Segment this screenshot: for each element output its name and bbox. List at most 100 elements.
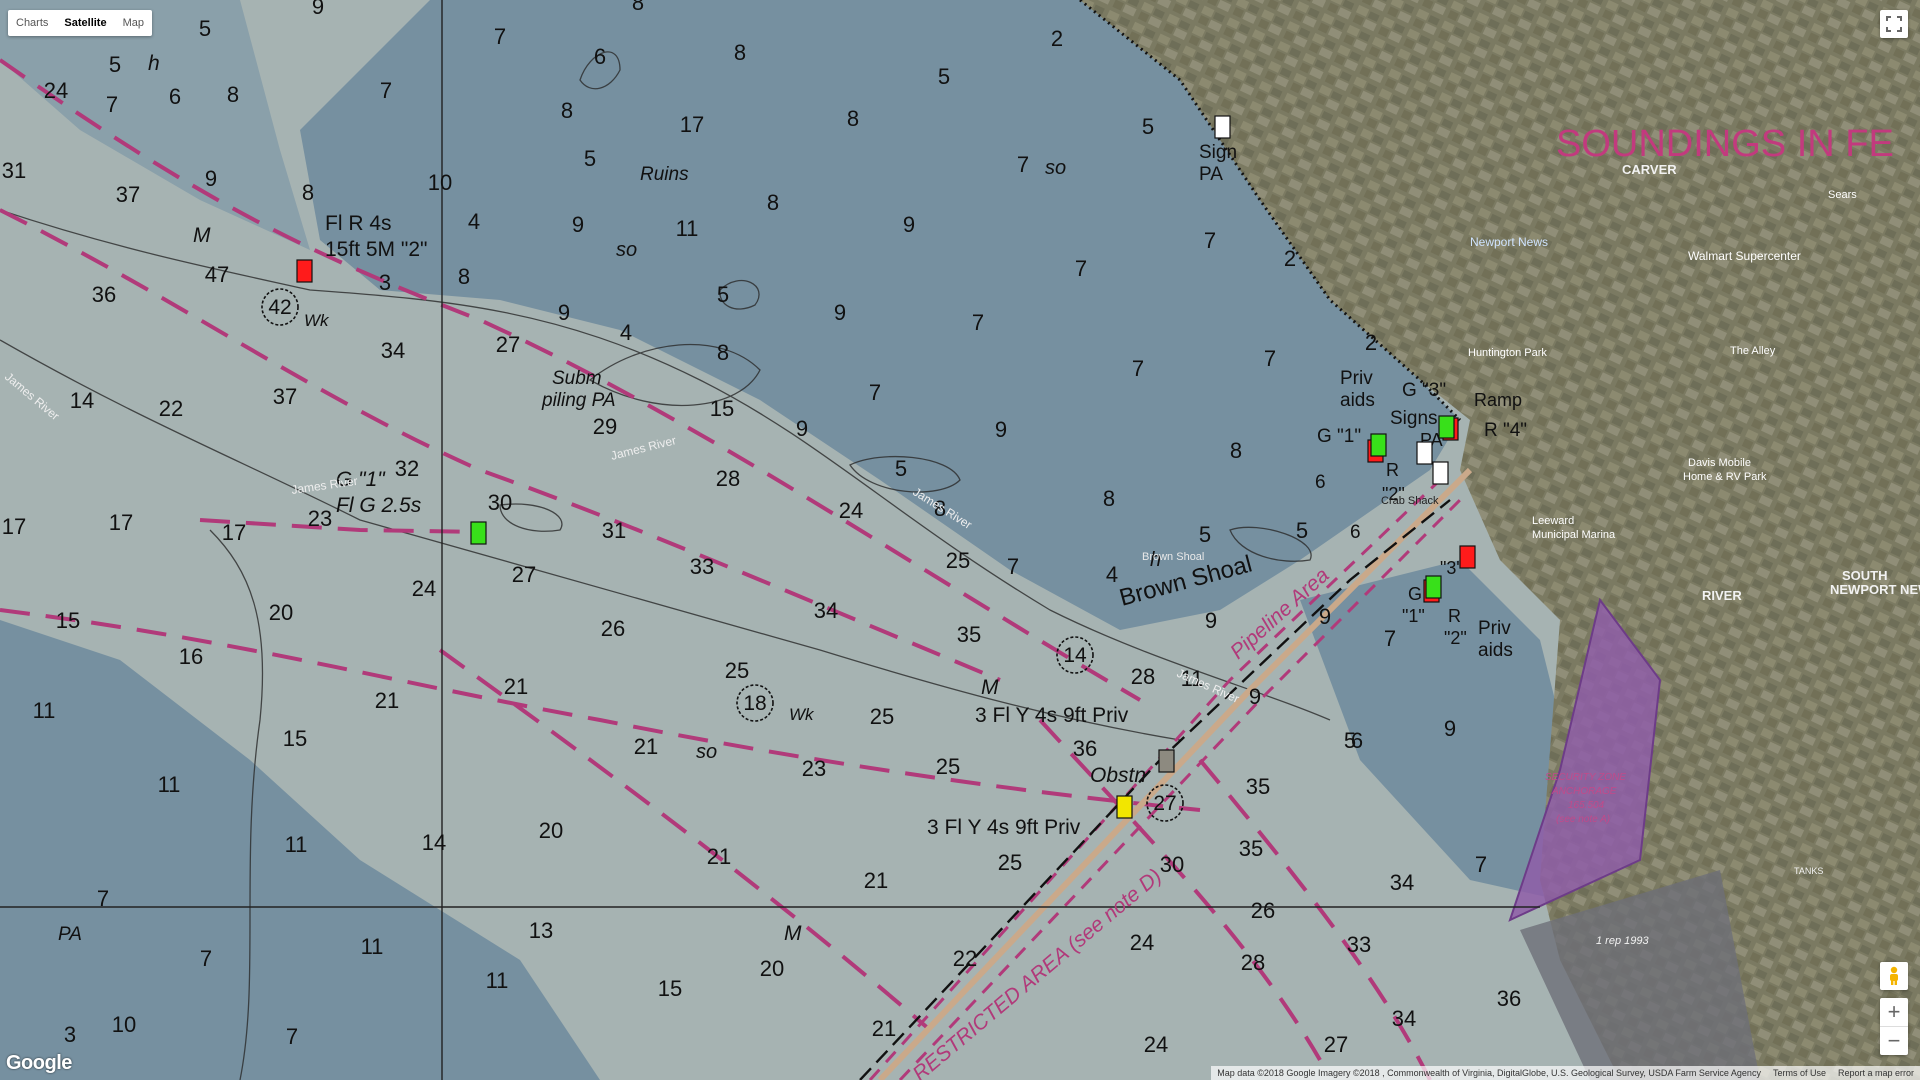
chart-label: piling PA: [541, 390, 616, 411]
chart-label: 165.504: [1568, 800, 1605, 811]
chart-label: Ruins: [640, 164, 689, 185]
chart-label: so: [616, 239, 637, 261]
zoom-out-button[interactable]: −: [1880, 1027, 1908, 1055]
sounding-label: 8: [1230, 438, 1242, 463]
sounding-label: 14: [422, 830, 446, 855]
chart-label: TANKS: [1794, 866, 1823, 876]
report-map-error-link[interactable]: Report a map error: [1838, 1068, 1914, 1078]
sounding-label: 5: [199, 16, 211, 41]
sounding-label: 11: [486, 968, 509, 993]
sounding-label: 7: [200, 946, 212, 971]
buoy-marker-white[interactable]: [1432, 461, 1449, 485]
chart-label: SECURITY ZONE: [1545, 772, 1626, 783]
sounding-label: 6: [169, 84, 181, 109]
sounding-label: 7: [380, 78, 392, 103]
sounding-label: 22: [159, 396, 183, 421]
sounding-label: 25: [946, 548, 970, 573]
sounding-label: 24: [839, 498, 863, 523]
sounding-label: 8: [717, 340, 729, 365]
sounding-label: 10: [112, 1012, 136, 1037]
chart-label: "1": [1402, 606, 1425, 626]
sounding-label: 25: [725, 658, 749, 683]
chart-label: SOUNDINGS IN FE: [1556, 123, 1894, 165]
sounding-label: 2: [1284, 246, 1296, 271]
sounding-label: 15: [56, 608, 80, 633]
sounding-label: 21: [872, 1016, 896, 1041]
chart-label: Subm: [552, 368, 602, 389]
buoy-marker-green[interactable]: [1370, 433, 1387, 457]
chart-label: G "1": [1317, 426, 1361, 447]
map-type-charts[interactable]: Charts: [8, 10, 56, 36]
buoy-marker-red[interactable]: [1459, 545, 1476, 569]
buoy-marker-yellow[interactable]: [1116, 795, 1133, 819]
terms-of-use-link[interactable]: Terms of Use: [1773, 1068, 1826, 1078]
sounding-label: 13: [529, 918, 553, 943]
sounding-label: 29: [593, 414, 617, 439]
buoy-marker-white[interactable]: [1416, 441, 1433, 465]
sounding-label: 3: [379, 270, 391, 295]
zoom-in-button[interactable]: +: [1880, 998, 1908, 1026]
buoy-marker-green[interactable]: [1425, 575, 1442, 599]
sounding-label: 9: [796, 416, 808, 441]
sounding-label: 24: [412, 576, 436, 601]
sounding-label: 9: [1205, 608, 1217, 633]
buoy-marker-green[interactable]: [470, 521, 487, 545]
sounding-label: 9: [1444, 716, 1456, 741]
sounding-label: 15: [283, 726, 307, 751]
sounding-label: 5: [1344, 728, 1356, 753]
chart-label: Davis Mobile: [1688, 457, 1751, 469]
sounding-label: 34: [381, 338, 405, 363]
sounding-label: 11: [33, 698, 56, 723]
sounding-label: 36: [1073, 736, 1097, 761]
sounding-label: 21: [504, 674, 528, 699]
sounding-label: 5: [895, 456, 907, 481]
fullscreen-button[interactable]: [1880, 10, 1908, 38]
chart-label: M: [784, 922, 802, 945]
google-logo[interactable]: Google: [6, 1052, 72, 1075]
chart-label: Crab Shack: [1381, 495, 1439, 507]
chart-label: Wk: [789, 705, 815, 724]
map-type-satellite[interactable]: Satellite: [56, 10, 114, 36]
buoy-marker-white[interactable]: [1214, 115, 1231, 139]
sounding-label: 7: [494, 24, 506, 49]
chart-label: 6: [1350, 522, 1361, 543]
map-type-map[interactable]: Map: [115, 10, 152, 36]
street-view-button[interactable]: [1880, 962, 1908, 990]
chart-label: G: [1408, 584, 1422, 604]
buoy-marker-red[interactable]: [296, 259, 313, 283]
sounding-label: 7: [1017, 152, 1029, 177]
sounding-label: 8: [632, 0, 644, 15]
chart-label: Sign: [1199, 142, 1237, 163]
sounding-label: 5: [717, 282, 729, 307]
sounding-label: 17: [222, 520, 246, 545]
chart-label: Priv: [1478, 618, 1511, 639]
circled-sounding-label: 18: [743, 692, 766, 715]
chart-label: Leeward: [1532, 515, 1574, 527]
sounding-label: 31: [602, 518, 626, 543]
sounding-label: 37: [273, 384, 297, 409]
chart-label: R: [1386, 460, 1399, 480]
chart-label: M: [193, 224, 211, 247]
chart-label: Brown Shoal: [1142, 551, 1204, 563]
buoy-marker-green[interactable]: [1438, 415, 1455, 439]
sounding-label: 7: [972, 310, 984, 335]
sounding-label: 8: [1103, 486, 1115, 511]
sounding-label: 7: [1475, 852, 1487, 877]
chart-label: so: [1045, 157, 1066, 179]
buoy-marker-gray[interactable]: [1158, 749, 1175, 773]
sounding-label: 6: [594, 44, 606, 69]
chart-label: h: [148, 52, 160, 75]
sounding-label: 33: [690, 554, 714, 579]
sounding-label: 4: [1106, 562, 1118, 587]
sounding-label: 2: [1365, 330, 1377, 355]
sounding-label: 7: [1264, 346, 1276, 371]
sounding-label: 7: [1075, 256, 1087, 281]
chart-label: The Alley: [1730, 345, 1776, 357]
chart-label: 15ft 5M "2": [325, 238, 427, 261]
sounding-label: 25: [936, 754, 960, 779]
nautical-chart-map[interactable]: 42181427 9 85 76 825247 6 8 781758 5313798 105 78…: [0, 0, 1920, 1080]
pegman-icon: [1890, 966, 1898, 985]
sounding-label: 34: [1392, 1006, 1416, 1031]
sounding-label: 34: [1390, 870, 1414, 895]
map-data-attribution: Map data ©2018 Google Imagery ©2018 , Co…: [1217, 1068, 1761, 1078]
